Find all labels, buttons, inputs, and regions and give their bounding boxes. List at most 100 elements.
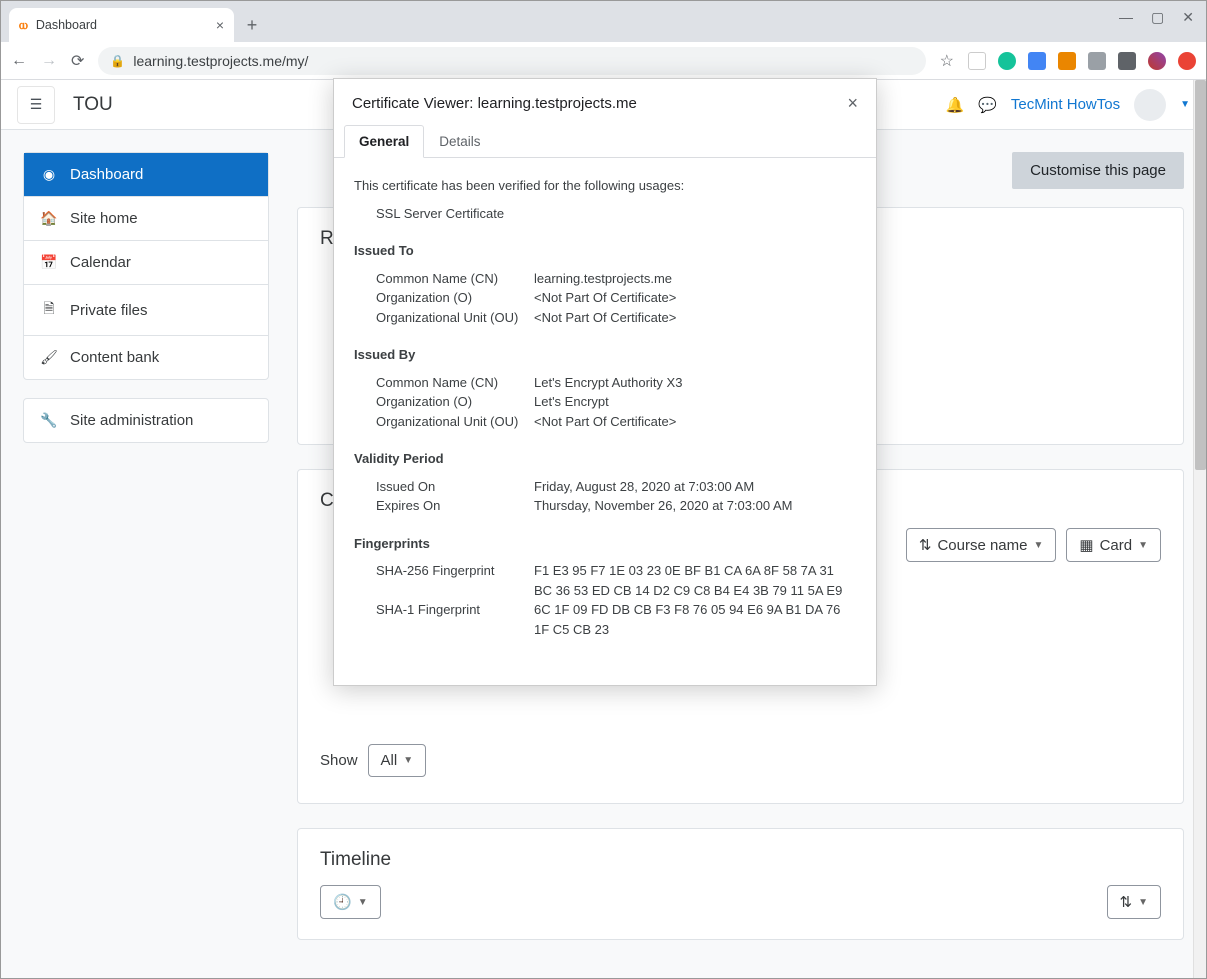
- lock-icon[interactable]: 🔒: [110, 54, 125, 68]
- sidebar-item-label: Private files: [70, 302, 148, 319]
- window-controls: — ▢ ✕: [1119, 9, 1194, 26]
- cert-value: 1F C5 CB 23: [534, 620, 856, 640]
- certificate-viewer-dialog: Certificate Viewer: learning.testproject…: [333, 78, 877, 686]
- tab-title: Dashboard: [36, 18, 97, 32]
- cert-value: <Not Part Of Certificate>: [534, 308, 856, 328]
- extension-icons: [968, 52, 1196, 70]
- tab-general[interactable]: General: [344, 125, 424, 158]
- cert-label: SHA-1 Fingerprint: [376, 600, 534, 620]
- cert-value: <Not Part Of Certificate>: [534, 412, 856, 432]
- sort-dropdown[interactable]: ⇅ Course name ▼: [906, 528, 1057, 562]
- profile-avatar-icon[interactable]: [1148, 52, 1166, 70]
- cert-label: Common Name (CN): [376, 373, 534, 393]
- star-icon[interactable]: ☆: [940, 51, 954, 71]
- cert-body: This certificate has been verified for t…: [334, 158, 876, 639]
- close-window-icon[interactable]: ✕: [1182, 9, 1194, 26]
- cert-label: [376, 620, 534, 640]
- cert-validity-section: Validity Period Issued OnFriday, August …: [354, 449, 856, 516]
- cert-value: Let's Encrypt: [534, 392, 856, 412]
- cert-section-title: Issued To: [354, 241, 856, 261]
- view-dropdown[interactable]: ▦ Card ▼: [1066, 528, 1161, 562]
- cert-issued-by-section: Issued By Common Name (CN)Let's Encrypt …: [354, 345, 856, 431]
- cert-label: SHA-256 Fingerprint: [376, 561, 534, 581]
- file-icon: 🗎: [40, 298, 58, 322]
- url-text: learning.testprojects.me/my/: [133, 53, 308, 69]
- back-icon[interactable]: ←: [11, 52, 27, 70]
- cert-label: Common Name (CN): [376, 269, 534, 289]
- moodle-favicon: ⲱ: [19, 17, 28, 33]
- close-tab-icon[interactable]: ×: [216, 17, 224, 33]
- reload-icon[interactable]: ⟳: [71, 51, 84, 71]
- new-tab-button[interactable]: +: [238, 11, 266, 39]
- url-bar[interactable]: 🔒 learning.testprojects.me/my/: [98, 47, 925, 75]
- home-icon: 🏠: [40, 210, 58, 227]
- cert-label: Issued On: [376, 477, 534, 497]
- ext-icon-3[interactable]: [1028, 52, 1046, 70]
- ext-icon-5[interactable]: [1088, 52, 1106, 70]
- sort-icon: ⇅: [1120, 893, 1133, 911]
- nav-block-admin: 🔧 Site administration: [23, 398, 269, 443]
- extensions-puzzle-icon[interactable]: [1118, 52, 1136, 70]
- cert-label: Organizational Unit (OU): [376, 308, 534, 328]
- show-label: Show: [320, 752, 358, 769]
- user-name-link[interactable]: TecMint HowTos: [1011, 96, 1120, 113]
- browser-tab-strip: ⲱ Dashboard × + — ▢ ✕: [1, 1, 1206, 42]
- chat-icon[interactable]: 💬: [978, 96, 997, 114]
- cert-value: learning.testprojects.me: [534, 269, 856, 289]
- cert-section-title: Fingerprints: [354, 534, 856, 554]
- hamburger-button[interactable]: ☰: [17, 86, 55, 124]
- timeline-sort-dropdown[interactable]: ⇅ ▼: [1107, 885, 1161, 919]
- cert-tabs: General Details: [334, 124, 876, 158]
- cert-usage: SSL Server Certificate: [354, 204, 856, 224]
- chevron-down-icon: ▼: [1033, 540, 1043, 551]
- sidebar-item-site-admin[interactable]: 🔧 Site administration: [24, 399, 268, 442]
- maximize-icon[interactable]: ▢: [1151, 9, 1164, 26]
- brand-title[interactable]: TOU: [73, 94, 113, 116]
- bell-icon[interactable]: 🔔: [946, 96, 965, 114]
- sidebar-item-content-bank[interactable]: 🖌 Content bank: [24, 336, 268, 379]
- cert-label: Organization (O): [376, 288, 534, 308]
- scrollbar-thumb[interactable]: [1195, 80, 1206, 470]
- cert-intro: This certificate has been verified for t…: [354, 176, 856, 196]
- card-title: Timeline: [320, 849, 1161, 871]
- cert-value: 6C 1F 09 FD DB CB F3 F8 76 05 94 E6 9A B…: [534, 600, 856, 620]
- close-dialog-icon[interactable]: ×: [847, 93, 858, 114]
- sidebar-item-dashboard[interactable]: ◉ Dashboard: [24, 153, 268, 197]
- show-dropdown[interactable]: All ▼: [368, 744, 427, 777]
- cert-label: Expires On: [376, 496, 534, 516]
- sidebar-item-site-home[interactable]: 🏠 Site home: [24, 197, 268, 241]
- forward-icon[interactable]: →: [41, 52, 57, 70]
- cert-fingerprints-section: Fingerprints SHA-256 FingerprintF1 E3 95…: [354, 534, 856, 640]
- clock-icon: 🕘: [333, 893, 352, 911]
- browser-toolbar: ← → ⟳ 🔒 learning.testprojects.me/my/ ☆: [1, 42, 1206, 80]
- cert-value: Thursday, November 26, 2020 at 7:03:00 A…: [534, 496, 856, 516]
- browser-tab[interactable]: ⲱ Dashboard ×: [9, 8, 234, 42]
- sidebar-item-label: Content bank: [70, 349, 159, 366]
- sidebar-item-calendar[interactable]: 📅 Calendar: [24, 241, 268, 285]
- brush-icon: 🖌: [40, 349, 58, 366]
- ext-icon-7[interactable]: [1178, 52, 1196, 70]
- scrollbar[interactable]: [1193, 80, 1206, 978]
- sidebar-item-label: Site administration: [70, 412, 193, 429]
- ext-icon-grammarly[interactable]: [998, 52, 1016, 70]
- sidebar-item-label: Site home: [70, 210, 138, 227]
- grid-icon: ▦: [1079, 536, 1093, 554]
- cert-label: Organizational Unit (OU): [376, 412, 534, 432]
- dashboard-icon: ◉: [40, 166, 58, 183]
- cert-dialog-title: Certificate Viewer: learning.testproject…: [352, 95, 637, 112]
- user-menu-caret-icon[interactable]: ▼: [1180, 99, 1190, 110]
- chevron-down-icon: ▼: [1138, 540, 1148, 551]
- view-label: Card: [1100, 537, 1133, 554]
- card-timeline: Timeline 🕘 ▼ ⇅ ▼: [297, 828, 1184, 940]
- calendar-icon: 📅: [40, 254, 58, 271]
- ext-icon-1[interactable]: [968, 52, 986, 70]
- sidebar-item-private-files[interactable]: 🗎 Private files: [24, 285, 268, 336]
- avatar[interactable]: [1134, 89, 1166, 121]
- customise-page-button[interactable]: Customise this page: [1012, 152, 1184, 189]
- cert-value: F1 E3 95 F7 1E 03 23 0E BF B1 CA 6A 8F 5…: [534, 561, 856, 581]
- ext-icon-4[interactable]: [1058, 52, 1076, 70]
- minimize-icon[interactable]: —: [1119, 9, 1133, 26]
- cert-value: <Not Part Of Certificate>: [534, 288, 856, 308]
- tab-details[interactable]: Details: [424, 125, 495, 158]
- timeline-filter-dropdown[interactable]: 🕘 ▼: [320, 885, 381, 919]
